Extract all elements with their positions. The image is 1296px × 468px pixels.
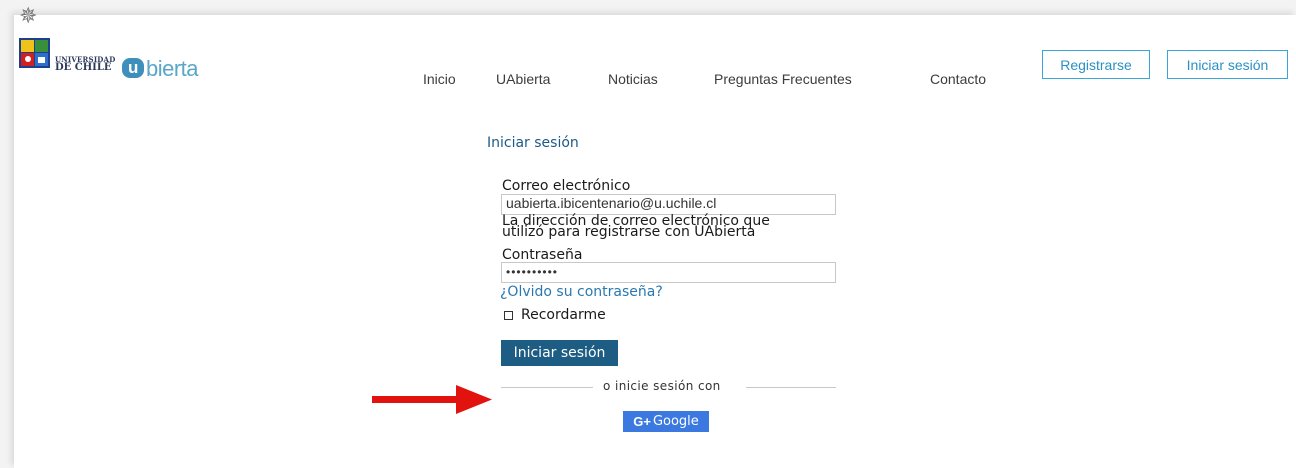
form-title: Iniciar sesión [487, 135, 579, 151]
uchile-line2: DE CHILE [55, 62, 112, 73]
email-hint: La dirección de correo electrónico que u… [502, 214, 842, 240]
google-label: Google [652, 414, 699, 429]
nav-item-noticias[interactable]: Noticias [608, 71, 658, 87]
remember-label: Recordarme [521, 307, 606, 323]
divider-line-right [746, 387, 836, 388]
password-field[interactable]: •••••••••• [501, 262, 836, 283]
star-icon: ✵ [19, 4, 38, 29]
checkbox-icon[interactable] [504, 310, 513, 320]
uchile-logo[interactable]: ✵ UNIVERSIDAD DE CHILE [19, 4, 115, 76]
uabierta-logo-mark: u [122, 58, 144, 78]
divider-text: o inicie sesión con [603, 379, 721, 393]
forgot-password-link[interactable]: ¿Olvido su contraseña? [500, 284, 663, 300]
nav-item-contacto[interactable]: Contacto [930, 71, 986, 87]
header-login-button[interactable]: Iniciar sesión [1167, 50, 1288, 79]
email-hint-line2: utilizó para registrarse con UAbierta [502, 224, 756, 240]
nav-item-inicio[interactable]: Inicio [423, 71, 456, 87]
google-plus-icon: G+ [633, 414, 651, 429]
password-label: Contraseña [502, 247, 583, 263]
uchile-wordmark: UNIVERSIDAD DE CHILE [55, 56, 115, 73]
divider: o inicie sesión con [501, 379, 836, 395]
crest-icon [19, 38, 50, 68]
nav-item-preguntas[interactable]: Preguntas Frecuentes [714, 71, 852, 87]
email-field[interactable]: uabierta.ibicentenario@u.uchile.cl [501, 194, 836, 215]
login-submit-button[interactable]: Iniciar sesión [501, 340, 618, 366]
arrow-annotation-icon [372, 385, 492, 414]
divider-line-left [501, 387, 593, 388]
remember-me[interactable]: Recordarme [501, 307, 606, 323]
uabierta-logo-text: bierta [146, 56, 199, 81]
register-button[interactable]: Registrarse [1042, 50, 1150, 79]
uabierta-logo[interactable]: u bierta [122, 56, 199, 81]
google-login-button[interactable]: G+ Google [623, 411, 709, 432]
nav-item-uabierta[interactable]: UAbierta [496, 71, 550, 87]
email-label: Correo electrónico [502, 178, 631, 194]
